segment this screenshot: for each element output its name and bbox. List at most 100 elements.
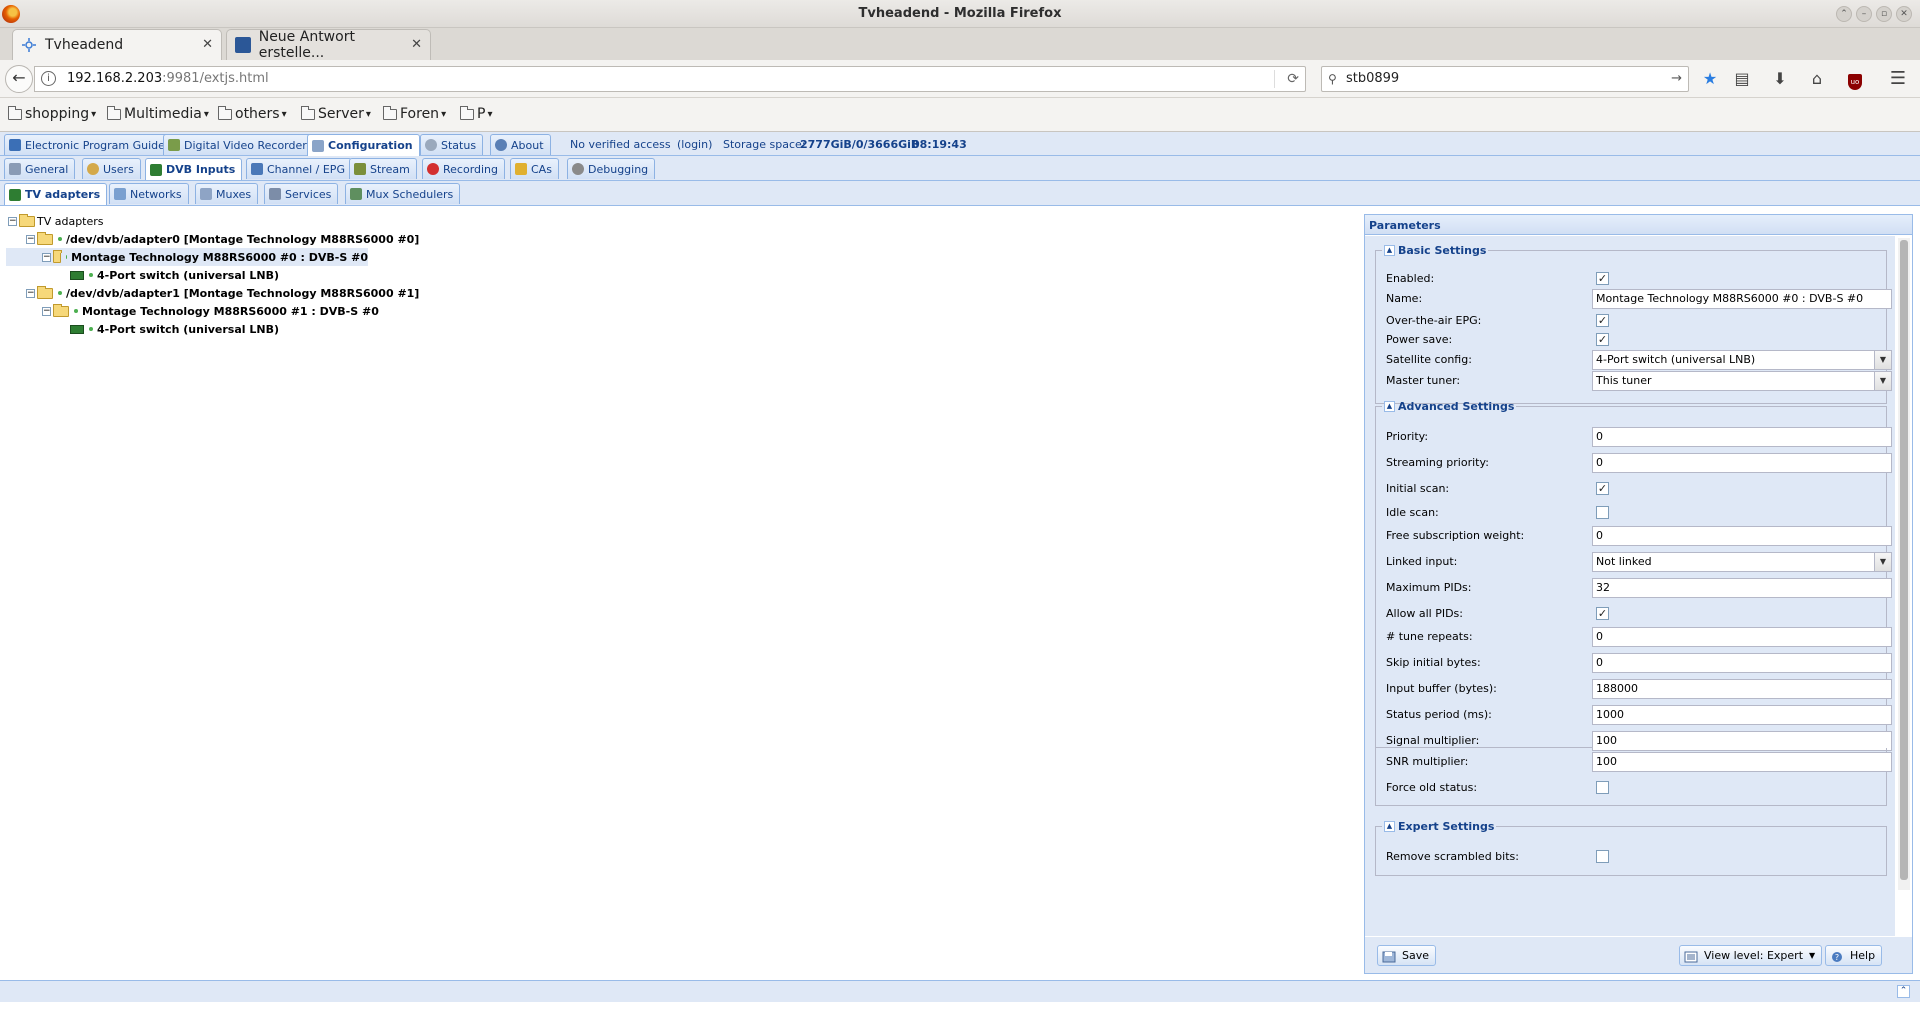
chevron-down-icon[interactable]: ▼ bbox=[1874, 351, 1891, 369]
downloads-icon[interactable]: ⬇ bbox=[1769, 68, 1791, 90]
window-close-icon[interactable]: ✕ bbox=[1896, 6, 1912, 22]
reading-list-icon[interactable]: ▤ bbox=[1731, 68, 1753, 90]
select-value: This tuner bbox=[1596, 374, 1652, 387]
tab-users[interactable]: Users bbox=[82, 158, 141, 179]
tree-satconf0[interactable]: 4-Port switch (universal LNB) bbox=[70, 266, 279, 284]
maximum-pids-input[interactable]: 32 bbox=[1592, 578, 1892, 598]
chevron-down-icon[interactable]: ▼ bbox=[1874, 372, 1891, 390]
collapse-toggle-icon[interactable]: − bbox=[42, 306, 51, 316]
reload-icon[interactable]: ⟳ bbox=[1287, 67, 1299, 91]
status-period-input[interactable]: 1000 bbox=[1592, 705, 1892, 725]
tab-mux-schedulers[interactable]: Mux Schedulers bbox=[345, 183, 461, 204]
search-bar[interactable]: ⚲ stb0899 → bbox=[1321, 66, 1689, 92]
tab-stream[interactable]: Stream bbox=[349, 158, 417, 179]
input-buffer-input[interactable]: 188000 bbox=[1592, 679, 1892, 699]
tree-root[interactable]: − TV adapters bbox=[8, 212, 104, 230]
expert-settings-legend[interactable]: ▲ Expert Settings bbox=[1382, 820, 1496, 833]
chevron-down-icon[interactable]: ▼ bbox=[1874, 553, 1891, 571]
tree-satconf1[interactable]: 4-Port switch (universal LNB) bbox=[70, 320, 279, 338]
vertical-scrollbar[interactable] bbox=[1898, 238, 1910, 890]
status-dot-icon bbox=[58, 291, 62, 295]
site-info-icon[interactable]: i bbox=[41, 71, 56, 86]
window-up-icon[interactable]: ⌃ bbox=[1836, 6, 1852, 22]
back-button[interactable]: ← bbox=[5, 65, 33, 93]
bookmark-folder-p[interactable]: P ▾ bbox=[460, 105, 492, 122]
name-input[interactable]: Montage Technology M88RS6000 #0 : DVB-S … bbox=[1592, 289, 1892, 309]
power-save-checkbox[interactable]: ✓ bbox=[1596, 333, 1609, 346]
tab-tv-adapters[interactable]: TV adapters bbox=[4, 183, 108, 205]
advanced-settings-legend[interactable]: ▲ Advanced Settings bbox=[1382, 400, 1516, 413]
tab-debugging[interactable]: Debugging bbox=[567, 158, 656, 179]
tab-about[interactable]: About bbox=[490, 134, 551, 155]
search-input[interactable]: stb0899 bbox=[1346, 71, 1399, 86]
ota-epg-checkbox[interactable]: ✓ bbox=[1596, 314, 1609, 327]
enabled-checkbox[interactable]: ✓ bbox=[1596, 272, 1609, 285]
snr-multiplier-input[interactable]: 100 bbox=[1592, 752, 1892, 772]
collapse-toggle-icon[interactable]: − bbox=[26, 288, 35, 298]
master-tuner-select[interactable]: This tuner ▼ bbox=[1592, 371, 1892, 391]
tree-frontend0[interactable]: − Montage Technology M88RS6000 #0 : DVB-… bbox=[6, 248, 368, 266]
help-button[interactable]: ? Help bbox=[1825, 945, 1883, 966]
bookmark-folder-others[interactable]: others ▾ bbox=[218, 105, 287, 122]
tab-muxes[interactable]: Muxes bbox=[195, 183, 259, 204]
collapse-toggle-icon[interactable]: − bbox=[8, 216, 17, 226]
priority-input[interactable]: 0 bbox=[1592, 427, 1892, 447]
bookmark-folder-server[interactable]: Server ▾ bbox=[301, 105, 371, 122]
bookmark-folder-multimedia[interactable]: Multimedia ▾ bbox=[107, 105, 209, 122]
collapse-icon[interactable]: ▲ bbox=[1384, 401, 1395, 412]
tab-general[interactable]: General bbox=[4, 158, 76, 179]
idle-scan-checkbox[interactable] bbox=[1596, 506, 1609, 519]
tab-configuration[interactable]: Configuration bbox=[307, 134, 420, 156]
collapse-toggle-icon[interactable]: − bbox=[26, 234, 35, 244]
satellite-config-select[interactable]: 4-Port switch (universal LNB) ▼ bbox=[1592, 350, 1892, 370]
tree-adapter1[interactable]: − /dev/dvb/adapter1 [Montage Technology … bbox=[26, 284, 419, 302]
search-go-icon[interactable]: → bbox=[1671, 67, 1682, 91]
tab-status[interactable]: Status bbox=[420, 134, 484, 155]
force-old-status-checkbox[interactable] bbox=[1596, 781, 1609, 794]
tab-channel-epg[interactable]: Channel / EPG bbox=[246, 158, 352, 179]
tab-networks[interactable]: Networks bbox=[109, 183, 189, 204]
skip-initial-bytes-input[interactable]: 0 bbox=[1592, 653, 1892, 673]
remove-scrambled-bits-checkbox[interactable] bbox=[1596, 850, 1609, 863]
url-bar[interactable]: i 192.168.2.203:9981/extjs.html ⟳ bbox=[34, 66, 1306, 92]
expand-icon[interactable]: ⌃ bbox=[1897, 985, 1910, 998]
tab-dvb-inputs[interactable]: DVB Inputs bbox=[145, 158, 243, 180]
browser-tab-neue-antwort[interactable]: Neue Antwort erstelle... ✕ bbox=[226, 29, 431, 61]
bookmark-label: Multimedia bbox=[124, 106, 202, 122]
advanced-settings-continued: SNR multiplier: 100 Force old status: bbox=[1375, 748, 1892, 806]
login-link[interactable]: (login) bbox=[677, 138, 712, 151]
streaming-priority-input[interactable]: 0 bbox=[1592, 453, 1892, 473]
linked-input-select[interactable]: Not linked ▼ bbox=[1592, 552, 1892, 572]
tab-cas[interactable]: CAs bbox=[510, 158, 559, 179]
browser-tab-tvheadend[interactable]: Tvheadend ✕ bbox=[12, 29, 222, 60]
bookmark-folder-foren[interactable]: Foren ▾ bbox=[383, 105, 446, 122]
allow-all-pids-checkbox[interactable]: ✓ bbox=[1596, 607, 1609, 620]
view-level-button[interactable]: View level: Expert ▼ bbox=[1679, 945, 1823, 966]
tab-recording[interactable]: Recording bbox=[422, 158, 506, 179]
tab-epg[interactable]: Electronic Program Guide bbox=[4, 134, 172, 155]
scrollbar-thumb[interactable] bbox=[1900, 240, 1908, 880]
bookmark-star-icon[interactable]: ★ bbox=[1699, 68, 1721, 90]
url-separator bbox=[1274, 70, 1275, 88]
ublock-icon[interactable]: uo bbox=[1844, 68, 1866, 90]
free-subscription-weight-input[interactable]: 0 bbox=[1592, 526, 1892, 546]
collapse-icon[interactable]: ▲ bbox=[1384, 821, 1395, 832]
save-button[interactable]: Save bbox=[1377, 945, 1437, 966]
tab-services[interactable]: Services bbox=[264, 183, 339, 204]
tab-dvr[interactable]: Digital Video Recorder bbox=[163, 134, 314, 155]
initial-scan-checkbox[interactable]: ✓ bbox=[1596, 482, 1609, 495]
tab-close-icon[interactable]: ✕ bbox=[411, 37, 422, 52]
window-maximize-icon[interactable]: ▫ bbox=[1876, 6, 1892, 22]
bookmark-folder-shopping[interactable]: shopping ▾ bbox=[8, 105, 96, 122]
tree-frontend1[interactable]: − Montage Technology M88RS6000 #1 : DVB-… bbox=[42, 302, 379, 320]
home-icon[interactable]: ⌂ bbox=[1806, 68, 1828, 90]
tune-repeats-input[interactable]: 0 bbox=[1592, 627, 1892, 647]
window-minimize-icon[interactable]: – bbox=[1856, 6, 1872, 22]
menu-icon[interactable]: ☰ bbox=[1887, 68, 1909, 90]
tab-close-icon[interactable]: ✕ bbox=[202, 37, 213, 52]
collapse-toggle-icon[interactable]: − bbox=[42, 252, 51, 262]
access-status: No verified access bbox=[570, 138, 671, 151]
collapse-icon[interactable]: ▲ bbox=[1384, 245, 1395, 256]
basic-settings-legend[interactable]: ▲ Basic Settings bbox=[1382, 244, 1488, 257]
tree-adapter0[interactable]: − /dev/dvb/adapter0 [Montage Technology … bbox=[26, 230, 419, 248]
